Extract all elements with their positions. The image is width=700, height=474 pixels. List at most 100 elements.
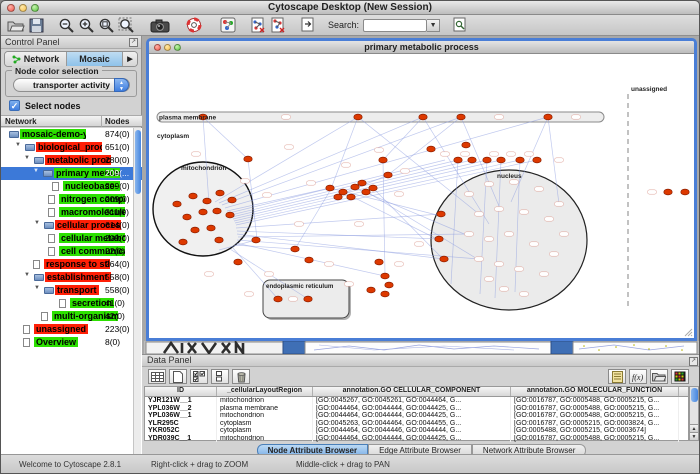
- table-cell[interactable]: YDR039C__1: [145, 435, 217, 443]
- nucleus-region[interactable]: [431, 170, 587, 310]
- tree-row[interactable]: response to stimulu264(0): [1, 258, 142, 271]
- network-node[interactable]: [369, 185, 377, 191]
- export-icon[interactable]: [298, 16, 318, 34]
- network-node[interactable]: [381, 273, 389, 279]
- column-header-cellular-component[interactable]: annotation.GO CELLULAR_COMPONENT: [313, 387, 511, 396]
- network-node[interactable]: [427, 146, 435, 152]
- expander-icon[interactable]: ▼: [34, 285, 40, 291]
- save-session-icon[interactable]: [26, 16, 46, 34]
- tree-row[interactable]: multi-organism pro42(0): [1, 310, 142, 323]
- expander-icon[interactable]: ▼: [33, 168, 39, 174]
- network-edge[interactable]: [343, 192, 439, 240]
- select-nodes-checkbox[interactable]: ✓: [9, 100, 20, 111]
- tree-row-label[interactable]: transport: [55, 285, 99, 295]
- expander-icon[interactable]: ▼: [34, 220, 40, 226]
- tree-row[interactable]: unassigned223(0): [1, 323, 142, 336]
- tree-row[interactable]: cell communicat22(0): [1, 245, 142, 258]
- table-scrollbar-thumb[interactable]: [691, 388, 698, 402]
- table-cell[interactable]: [GO:0016787, GO:0005488, GO:0005215, G..…: [511, 435, 679, 443]
- table-scrollbar[interactable]: ▲ ▼: [689, 386, 699, 441]
- network-node[interactable]: [305, 257, 313, 263]
- column-header-region[interactable]: _cellularLayoutRegion: [217, 387, 313, 396]
- table-cell[interactable]: plasma membrane: [217, 405, 313, 413]
- tree-row[interactable]: ▼cellular process614(0): [1, 219, 142, 232]
- network-edge[interactable]: [203, 117, 248, 159]
- zoom-out-icon[interactable]: [56, 16, 76, 34]
- table-cell[interactable]: [GO:0016787, GO:0005488, GO:0005215, G..…: [511, 405, 679, 413]
- background-window[interactable]: [305, 342, 551, 354]
- table-row[interactable]: YLR295Ccytoplasm[GO:0045263, GO:0044464,…: [145, 420, 688, 428]
- unselect-attributes-icon[interactable]: [211, 369, 229, 384]
- tree-row-label[interactable]: metabolic process: [45, 155, 111, 165]
- network-node[interactable]: [199, 209, 207, 215]
- new-attribute-icon[interactable]: [169, 369, 187, 384]
- import-table-icon[interactable]: [268, 16, 288, 34]
- network-node[interactable]: [419, 114, 427, 120]
- network-node[interactable]: [226, 212, 234, 218]
- table-cell[interactable]: [GO:0016787, GO:0005488, GO:0005215, G..…: [511, 397, 679, 405]
- tree-row-label[interactable]: response to stimulu: [44, 259, 110, 269]
- node-color-dropdown[interactable]: transporter activity ▲▼: [13, 78, 130, 92]
- help-icon[interactable]: [184, 16, 204, 34]
- network-node[interactable]: [228, 197, 236, 203]
- tree-column-network[interactable]: Network: [5, 117, 37, 126]
- table-cell[interactable]: mitochondrion: [217, 412, 313, 420]
- network-node[interactable]: [681, 189, 689, 195]
- tree-row-label[interactable]: biological_process: [36, 142, 102, 152]
- network-node[interactable]: [375, 259, 383, 265]
- network-node[interactable]: [326, 185, 334, 191]
- network-canvas[interactable]: plasma membrane cytoplasm mitochondrion …: [149, 54, 694, 338]
- network-node[interactable]: [347, 194, 355, 200]
- select-attributes-icon[interactable]: [190, 369, 208, 384]
- heatmap-icon[interactable]: [671, 369, 689, 384]
- plasma-membrane-region[interactable]: [157, 112, 604, 122]
- network-node[interactable]: [457, 114, 465, 120]
- network-edge[interactable]: [231, 160, 458, 215]
- background-window-titlebar[interactable]: [551, 341, 573, 354]
- network-node[interactable]: [183, 214, 191, 220]
- table-cell[interactable]: YKR052C: [145, 427, 217, 435]
- expander-icon[interactable]: ▼: [24, 272, 30, 278]
- table-cell[interactable]: [GO:0044464, GO:0044446, GO:0044444, G..…: [313, 427, 511, 435]
- network-node[interactable]: [216, 190, 224, 196]
- table-cell[interactable]: mitochondrion: [217, 397, 313, 405]
- search-dropdown-icon[interactable]: ▼: [427, 19, 440, 32]
- zoom-fit-icon[interactable]: [96, 16, 116, 34]
- open-session-icon[interactable]: [6, 16, 26, 34]
- network-node[interactable]: [468, 157, 476, 163]
- network-node[interactable]: [483, 157, 491, 163]
- table-cell[interactable]: YJR121W__1: [145, 397, 217, 405]
- table-row[interactable]: YKR052Ccytoplasm[GO:0044464, GO:0044446,…: [145, 427, 688, 435]
- network-node[interactable]: [664, 189, 672, 195]
- tree-row-label[interactable]: Overview: [34, 337, 78, 347]
- tree-row[interactable]: mosaic-demo-yeast874(0): [1, 128, 142, 141]
- snapshot-icon[interactable]: [150, 16, 170, 34]
- network-node[interactable]: [533, 157, 541, 163]
- tree-row[interactable]: cellular metabo209(0): [1, 232, 142, 245]
- float-panel-icon[interactable]: ↗: [129, 38, 138, 47]
- network-node[interactable]: [244, 156, 252, 162]
- network-node[interactable]: [304, 296, 312, 302]
- network-node[interactable]: [544, 114, 552, 120]
- network-node[interactable]: [462, 142, 470, 148]
- network-node[interactable]: [191, 227, 199, 233]
- table-cell[interactable]: [GO:0045263, GO:0044464, GO:0044455, G..…: [313, 420, 511, 428]
- tree-row[interactable]: ▼primary metabo209(...: [1, 167, 142, 180]
- import-network-icon[interactable]: [248, 16, 268, 34]
- network-node[interactable]: [351, 184, 359, 190]
- zoom-selected-icon[interactable]: [116, 16, 136, 34]
- float-data-panel-icon[interactable]: ↗: [689, 357, 698, 366]
- table-cell[interactable]: [GO:0016787, GO:0005215, GO:0003824, G..…: [511, 420, 679, 428]
- tab-mosaic[interactable]: Mosaic: [67, 52, 123, 66]
- network-node[interactable]: [385, 282, 393, 288]
- network-node[interactable]: [274, 296, 282, 302]
- table-cell[interactable]: [GO:0005488, GO:0005215, GO:0003674]: [511, 427, 679, 435]
- network-node[interactable]: [454, 157, 462, 163]
- tree-row[interactable]: nucleobase-209(0): [1, 180, 142, 193]
- network-edge[interactable]: [229, 160, 445, 213]
- table-cell[interactable]: cytoplasm: [217, 427, 313, 435]
- network-node[interactable]: [179, 239, 187, 245]
- table-cell[interactable]: [GO:0044464, GO:0044444, GO:0044425, G..…: [313, 405, 511, 413]
- table-cell[interactable]: [GO:0016787, GO:0005488, GO:0005215, G..…: [511, 412, 679, 420]
- network-node[interactable]: [497, 157, 505, 163]
